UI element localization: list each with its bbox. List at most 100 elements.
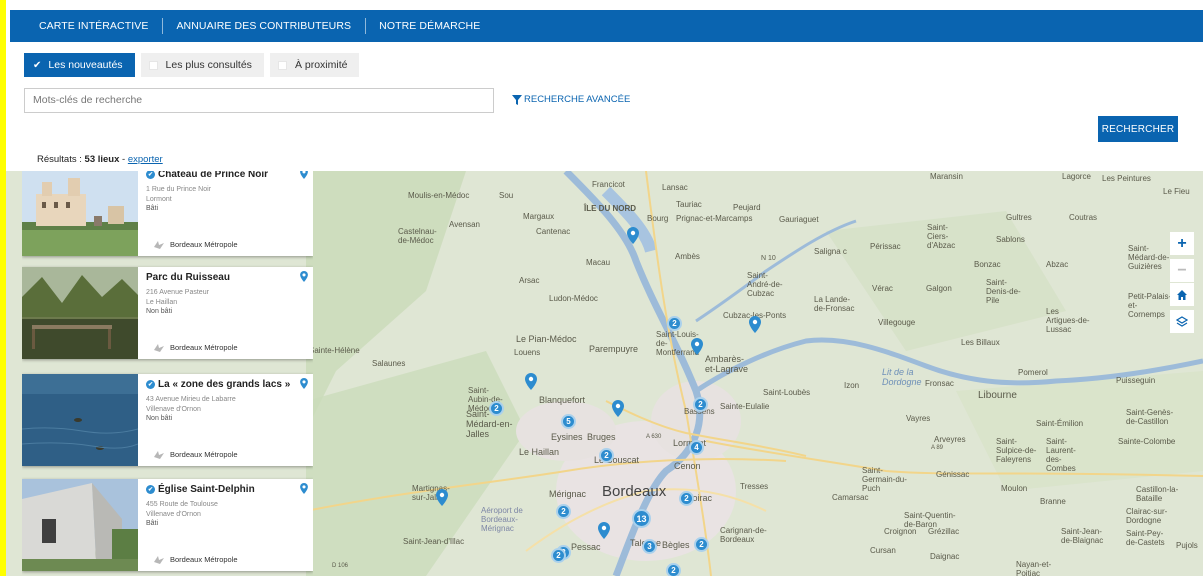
- map-marker[interactable]: [627, 227, 639, 244]
- card-body: ✔ La « zone des grands lacs » 43 Avenue M…: [146, 374, 311, 466]
- zoom-in-button[interactable]: +: [1170, 232, 1194, 255]
- location-pin-icon[interactable]: [300, 171, 308, 179]
- card-address: 216 Avenue Pasteur Le Haillan: [146, 288, 209, 308]
- card-body: Parc du Ruisseau 216 Avenue Pasteur Le Ha…: [146, 267, 311, 359]
- map-label: Ambarès-et-Lagrave: [705, 354, 749, 374]
- card-title: ✔ Église Saint-Delphin: [146, 484, 255, 495]
- map-cluster[interactable]: 2: [551, 548, 566, 563]
- map-marker[interactable]: [598, 522, 610, 539]
- map-cluster[interactable]: 2: [693, 397, 708, 412]
- map-label: Castelnau-de-Médoc: [398, 227, 437, 245]
- card-organization: Bordeaux Métropole: [154, 555, 238, 564]
- map-cluster[interactable]: 5: [561, 414, 576, 429]
- map-cluster[interactable]: 2: [667, 316, 682, 331]
- map-label: Sou: [499, 191, 514, 200]
- map-cluster[interactable]: 2: [694, 537, 709, 552]
- map-label: Eysines: [551, 432, 583, 442]
- map-label: Villegouge: [878, 318, 916, 327]
- card-city: Le Haillan: [146, 299, 178, 306]
- map-label: Les Billaux: [961, 338, 1000, 347]
- map-cluster[interactable]: 2: [666, 563, 681, 576]
- map-label: Mérignac: [549, 489, 587, 499]
- map-label: Abzac: [1046, 260, 1069, 269]
- tab-label: Les nouveautés: [48, 59, 123, 71]
- map-cluster[interactable]: 2: [556, 504, 571, 519]
- advanced-search-label: RECHERCHE AVANCÉE: [524, 94, 631, 105]
- map-label: Macau: [586, 258, 611, 267]
- map-label: Les Artigues-de-Lussac: [1046, 307, 1090, 334]
- map-cluster[interactable]: 2: [599, 448, 614, 463]
- map-label: Salaunes: [372, 359, 406, 368]
- map-label: Vayres: [906, 414, 931, 423]
- map-label: Arveyres: [934, 435, 966, 444]
- map-label: Carignan-de-Bordeaux: [720, 526, 767, 544]
- map-label: Gauriaguet: [779, 215, 819, 224]
- nav-notre-demarche[interactable]: NOTRE DÉMARCHE: [365, 10, 494, 42]
- card-photo: [22, 267, 138, 359]
- home-button[interactable]: [1170, 283, 1194, 306]
- zoom-out-button[interactable]: −: [1170, 259, 1194, 282]
- export-link[interactable]: exporter: [128, 154, 163, 165]
- result-card[interactable]: ✔ La « zone des grands lacs » 43 Avenue M…: [22, 374, 313, 466]
- card-org-name: Bordeaux Métropole: [170, 343, 238, 352]
- top-strip: [6, 0, 1203, 10]
- card-org-name: Bordeaux Métropole: [170, 555, 238, 564]
- map-label: Sainte-Eulalie: [720, 402, 770, 411]
- location-pin-icon[interactable]: [300, 378, 308, 389]
- nav-annuaire-contributeurs[interactable]: ANNUAIRE DES CONTRIBUTEURS: [162, 10, 365, 42]
- map-label: Bonzac: [974, 260, 1001, 269]
- result-card[interactable]: ✔ Château de Prince Noir 1 Rue du Prince …: [22, 171, 313, 256]
- map-label: Tauriac: [676, 200, 702, 209]
- organization-logo-icon: [154, 343, 164, 352]
- page: CARTE INTÉRACTIVE ANNUAIRE DES CONTRIBUT…: [6, 0, 1203, 576]
- card-title: Parc du Ruisseau: [146, 272, 230, 283]
- map-label: Gultres: [1006, 213, 1032, 222]
- result-card[interactable]: ✔ Église Saint-Delphin 455 Route de Toulo…: [22, 479, 313, 571]
- location-pin-icon[interactable]: [300, 483, 308, 494]
- search-button[interactable]: RECHERCHER: [1098, 116, 1178, 142]
- map-label: Louens: [514, 348, 541, 357]
- map-cluster[interactable]: 2: [489, 401, 504, 416]
- nav-carte-interactive[interactable]: CARTE INTÉRACTIVE: [10, 10, 162, 42]
- results-separator: -: [119, 154, 128, 165]
- card-address: 455 Route de Toulouse Villenave d'Ornon: [146, 500, 218, 520]
- map-label: Saint-Genès-de-Castillon: [1126, 408, 1174, 426]
- card-type: Non bâti: [146, 308, 173, 315]
- map-label: Le Pian-Médoc: [516, 334, 577, 344]
- map-label: Croignon: [884, 527, 917, 536]
- map-label: Moulis-en-Médoc: [408, 191, 470, 200]
- map-label: Saint-Laurent-des-Combes: [1046, 437, 1076, 473]
- map-cluster[interactable]: 2: [679, 491, 694, 506]
- map-label: Puisseguin: [1116, 376, 1156, 385]
- organization-logo-icon: [154, 450, 164, 459]
- card-organization: Bordeaux Métropole: [154, 240, 238, 249]
- map-label: Saint-Sulpice-de-Faleyrens: [996, 437, 1037, 464]
- card-address-line: 43 Avenue Mirieu de Labarre: [146, 396, 236, 403]
- card-address-line: 1 Rue du Prince Noir: [146, 186, 211, 193]
- card-address: 1 Rue du Prince Noir Lormont: [146, 185, 211, 205]
- map-cluster[interactable]: 4: [689, 440, 704, 455]
- map-marker[interactable]: [436, 489, 448, 506]
- location-pin-icon[interactable]: [300, 271, 308, 282]
- map-label: N 10: [761, 255, 776, 262]
- map-label: Sablons: [996, 235, 1025, 244]
- map-marker[interactable]: [691, 338, 703, 355]
- map-marker[interactable]: [525, 373, 537, 390]
- tab-nouveautes[interactable]: ✔ Les nouveautés: [24, 53, 135, 77]
- tab-a-proximite[interactable]: À proximité: [269, 53, 360, 77]
- layers-button[interactable]: [1170, 310, 1194, 333]
- map-label: Camarsac: [832, 493, 869, 502]
- card-organization: Bordeaux Métropole: [154, 343, 238, 352]
- map-cluster[interactable]: 3: [642, 539, 657, 554]
- map-cluster[interactable]: 13: [632, 509, 651, 528]
- tab-plus-consultes[interactable]: Les plus consultés: [140, 53, 264, 77]
- results-count: 53 lieux: [84, 154, 120, 165]
- advanced-search-link[interactable]: RECHERCHE AVANCÉE: [512, 94, 630, 105]
- map-label: Ambès: [675, 252, 700, 261]
- map-label: Pessac: [571, 542, 601, 552]
- map-marker[interactable]: [612, 400, 624, 417]
- card-title-text: Parc du Ruisseau: [146, 272, 230, 283]
- search-input[interactable]: Mots-clés de recherche: [24, 88, 494, 113]
- map-marker[interactable]: [749, 316, 761, 333]
- result-card[interactable]: Parc du Ruisseau 216 Avenue Pasteur Le Ha…: [22, 267, 313, 359]
